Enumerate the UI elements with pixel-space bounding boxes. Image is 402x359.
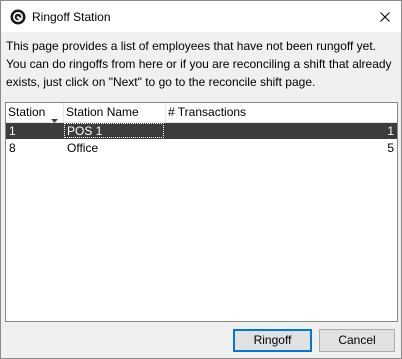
- column-header-transactions[interactable]: # Transactions: [166, 103, 397, 122]
- instructions-text: This page provides a list of employees t…: [6, 39, 392, 89]
- station-grid[interactable]: Station Station Name # Transactions 1 PO…: [5, 102, 398, 322]
- station-cell: 8: [9, 141, 16, 155]
- cancel-button[interactable]: Cancel: [319, 329, 395, 352]
- transactions-cell: 1: [387, 124, 394, 138]
- close-button[interactable]: [369, 1, 401, 32]
- close-icon: [380, 11, 390, 22]
- ringoff-station-dialog: Ringoff Station This page provides a lis…: [0, 0, 402, 359]
- column-header-station[interactable]: Station: [6, 103, 64, 123]
- grid-header: Station Station Name # Transactions: [6, 103, 397, 123]
- station-name-cell: POS 1: [67, 124, 103, 138]
- ringoff-logo-icon: [10, 9, 26, 25]
- transactions-cell: 5: [387, 141, 394, 155]
- table-row-selected[interactable]: 1 POS 1 1: [6, 123, 397, 139]
- column-header-station-name[interactable]: Station Name: [64, 103, 166, 122]
- column-header-label: Station: [8, 105, 46, 119]
- window-title: Ringoff Station: [32, 10, 111, 24]
- column-header-label: Station Name: [66, 105, 139, 119]
- column-header-label: # Transactions: [168, 105, 247, 119]
- station-name-cell: Office: [67, 141, 99, 155]
- title-bar[interactable]: Ringoff Station: [1, 1, 401, 32]
- station-cell: 1: [9, 124, 16, 138]
- table-row[interactable]: 8 Office 5: [6, 140, 397, 156]
- ringoff-button[interactable]: Ringoff: [233, 329, 312, 352]
